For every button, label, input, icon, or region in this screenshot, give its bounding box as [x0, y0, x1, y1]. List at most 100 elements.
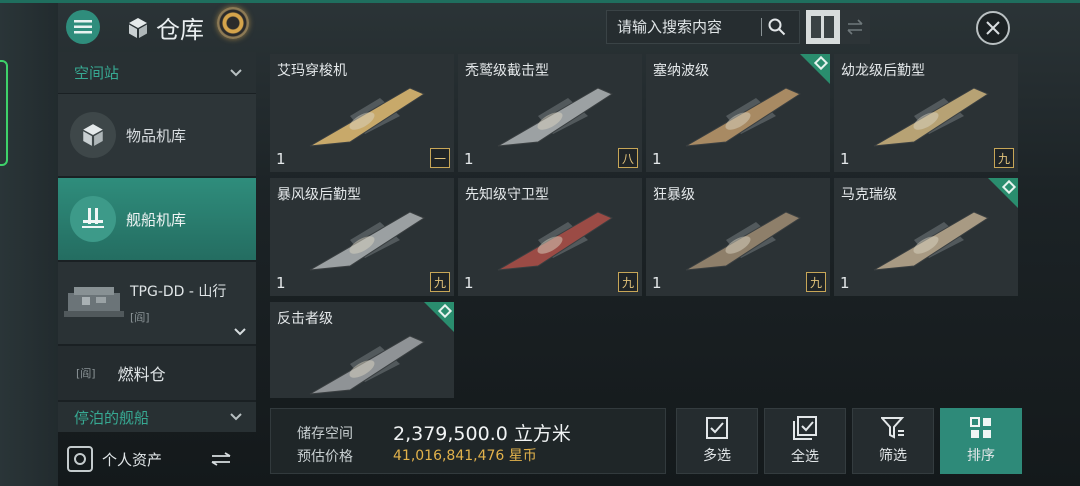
search-input[interactable]: [607, 18, 755, 36]
left-edge-panel: [0, 0, 58, 486]
sidebar-item-label: 舰船机库: [126, 210, 187, 229]
ship-card[interactable]: 塞纳波级 1: [646, 54, 830, 172]
ship-quantity: 1: [652, 274, 662, 292]
neocom-orb-icon[interactable]: [217, 7, 249, 39]
safe-icon: [67, 446, 93, 472]
hamburger-icon: [74, 20, 92, 34]
tech-tier-badge: 一: [430, 148, 450, 168]
tech-tier-badge: 九: [994, 148, 1014, 168]
search-icon[interactable]: [768, 18, 786, 36]
ship-quantity: 1: [464, 150, 474, 168]
storage-label: 储存空间: [297, 426, 353, 442]
docked-ships-label: 停泊的舰船: [74, 408, 150, 427]
sidebar-item-item-hangar[interactable]: 物品机库: [58, 94, 256, 178]
close-icon: [986, 21, 1000, 35]
filter-label: 筛选: [879, 448, 907, 464]
list-view-button[interactable]: [840, 10, 870, 44]
transfer-arrows-icon[interactable]: [210, 452, 232, 466]
section-station-label: 空间站: [74, 64, 120, 82]
sort-button[interactable]: 排序: [940, 408, 1022, 474]
ship-quantity: 1: [276, 274, 286, 292]
personal-assets-label: 个人资产: [102, 450, 163, 469]
price-label: 预估价格: [297, 449, 353, 465]
ship-hangar-icon-circle: [70, 196, 116, 242]
grid-view-button[interactable]: [806, 10, 840, 44]
sidebar-item-ship-hangar[interactable]: 舰船机库: [58, 178, 256, 262]
sidebar-section-station[interactable]: 空间站: [58, 52, 256, 94]
ship-image: [685, 87, 802, 147]
search-divider: [761, 18, 762, 36]
action-bar: 多选 全选 筛选 排序: [676, 408, 1022, 474]
ship-image: [873, 211, 990, 271]
ship-name: 暴风级后勤型: [277, 187, 361, 203]
ship-quantity: 1: [840, 274, 850, 292]
ship-quantity: 1: [464, 274, 474, 292]
checkbox-icon: [706, 417, 728, 439]
ship-card[interactable]: 幼龙级后勤型 1 九: [834, 54, 1018, 172]
multi-select-label: 多选: [703, 448, 731, 464]
multi-select-button[interactable]: 多选: [676, 408, 758, 474]
ship-name: 艾玛穿梭机: [277, 63, 347, 79]
ship-quantity: 1: [840, 150, 850, 168]
page-header: 仓库: [126, 10, 204, 45]
ship-card[interactable]: 反击者级: [270, 302, 454, 398]
station-badge: [阎]: [130, 311, 150, 324]
active-ship-corner-badge: [424, 302, 454, 332]
ship-name: 秃鹫级截击型: [465, 63, 549, 79]
ship-name: 塞纳波级: [653, 63, 709, 79]
item-hangar-icon-circle: [70, 112, 116, 158]
active-ship-corner-badge: [800, 54, 830, 84]
sidebar: 空间站 物品机库 舰船机库 TPG-DD - 山行 [阎] [阎] 燃料仓 停泊…: [58, 52, 256, 434]
ship-card[interactable]: 先知级守卫型 1 九: [458, 178, 642, 296]
ship-card[interactable]: 狂暴级 1 九: [646, 178, 830, 296]
sort-label: 排序: [967, 448, 995, 464]
ship-name: 马克瑞级: [841, 187, 897, 203]
chevron-down-icon[interactable]: [234, 328, 246, 336]
menu-button[interactable]: [66, 10, 100, 44]
select-all-button[interactable]: 全选: [764, 408, 846, 474]
ship-image: [309, 211, 426, 271]
ship-card[interactable]: 马克瑞级 1: [834, 178, 1018, 296]
storage-stats-panel: 储存空间 2,379,500.0 立方米 预估价格 41,016,841,476…: [270, 408, 666, 474]
ship-card[interactable]: 艾玛穿梭机 1 一: [270, 54, 454, 172]
station-text: TPG-DD - 山行 [阎]: [130, 281, 226, 325]
filter-icon: [881, 417, 905, 439]
sidebar-section-docked-ships[interactable]: 停泊的舰船: [58, 402, 256, 432]
ship-name: 先知级守卫型: [465, 187, 549, 203]
ship-card[interactable]: 暴风级后勤型 1 九: [270, 178, 454, 296]
select-all-label: 全选: [791, 449, 819, 465]
fuel-bay-label: 燃料仓: [117, 365, 166, 384]
view-mode-toggle[interactable]: [806, 10, 870, 44]
box-icon: [83, 124, 103, 146]
double-checkbox-icon: [793, 416, 817, 440]
price-value: 41,016,841,476 星币: [393, 448, 537, 464]
ship-image: [309, 335, 426, 395]
warehouse-cube-icon: [129, 17, 147, 38]
ship-quantity: 1: [652, 150, 662, 168]
active-ship-corner-badge: [988, 178, 1018, 208]
ship-name: 幼龙级后勤型: [841, 63, 925, 79]
tech-tier-badge: 八: [618, 148, 638, 168]
ship-image: [497, 211, 614, 271]
space-station-image: [64, 287, 124, 317]
chevron-down-icon: [230, 413, 242, 421]
close-button[interactable]: [976, 11, 1010, 45]
left-edge-tab[interactable]: [0, 60, 8, 166]
tech-tier-badge: 九: [618, 272, 638, 292]
ship-quantity: 1: [276, 150, 286, 168]
ship-hangar-icon: [82, 208, 104, 228]
tech-tier-badge: 九: [430, 272, 450, 292]
search-box[interactable]: [606, 10, 800, 44]
station-name: TPG-DD - 山行: [130, 284, 227, 300]
chevron-down-icon: [230, 68, 242, 76]
filter-button[interactable]: 筛选: [852, 408, 934, 474]
sidebar-item-station[interactable]: TPG-DD - 山行 [阎]: [58, 262, 256, 346]
sort-grid-icon: [970, 417, 991, 438]
personal-assets-button[interactable]: 个人资产: [58, 438, 256, 480]
ship-card[interactable]: 秃鹫级截击型 1 八: [458, 54, 642, 172]
grid-view-icon: [811, 16, 834, 38]
sidebar-item-fuel-bay[interactable]: [阎] 燃料仓: [58, 346, 256, 402]
swap-arrows-icon: [847, 19, 863, 35]
ship-image: [497, 87, 614, 147]
page-title: 仓库: [156, 16, 204, 44]
